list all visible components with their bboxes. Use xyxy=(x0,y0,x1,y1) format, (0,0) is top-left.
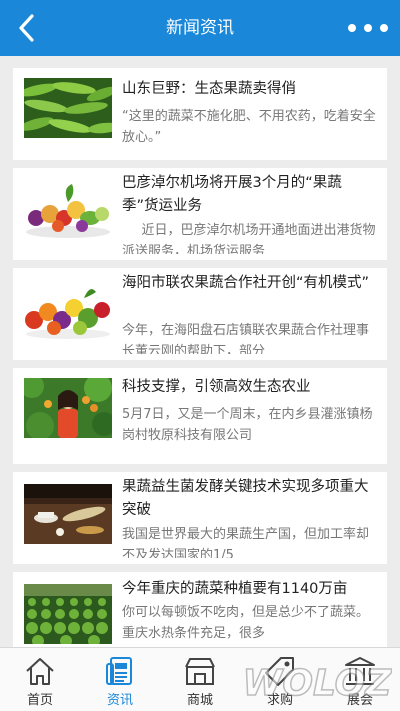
news-summary: 我国是世界最大的果蔬生产国，但加工率却不及发达国家的1/5 xyxy=(122,527,370,558)
tab-label: 首页 xyxy=(26,693,53,708)
news-summary: 今年，在海阳盘石店镇联农果蔬合作社理事长董云刚的帮助下，部分 xyxy=(122,323,370,354)
news-title: 山东巨野：生态果蔬卖得俏 xyxy=(122,81,296,97)
news-thumbnail xyxy=(24,78,112,138)
news-summary: “这里的蔬菜不施化肥、不用农药，吃着安全放心。” xyxy=(122,109,376,145)
news-thumbnail xyxy=(24,484,112,544)
news-item[interactable]: 海阳市联农果蔬合作社开创“有机模式” 今年，在海阳盘石店镇联农果蔬合作社理事长董… xyxy=(13,268,387,360)
tab-label: 资讯 xyxy=(106,693,133,708)
news-title: 科技支撑，引领高效生态农业 xyxy=(122,379,311,395)
news-summary: 你可以每顿饭不吃肉，但是总少不了蔬菜。重庆水热条件充足，很多 xyxy=(122,605,370,641)
top-bar: 新闻资讯 xyxy=(0,0,400,56)
news-title: 果蔬益生菌发酵关键技术实现多项重大突破 xyxy=(122,479,369,518)
shop-icon xyxy=(185,658,215,685)
tab-home[interactable]: 首页 xyxy=(0,648,80,711)
news-title: 巴彦淖尔机场将开展3个月的“果蔬季”货运业务 xyxy=(122,175,342,214)
tab-shop[interactable]: 商城 xyxy=(160,648,240,711)
news-title: 今年重庆的蔬菜种植要有1140万亩 xyxy=(122,581,348,597)
news-summary: 5月7日，又是一个周末，在内乡县灌涨镇杨岗村牧原科技有限公司 xyxy=(122,407,373,443)
svg-text:WOLOZ: WOLOZ xyxy=(243,663,392,704)
news-summary: 近日，巴彦淖尔机场开通地面进出港货物派送服务，机场货运服务 xyxy=(122,223,376,254)
tab-label: 商城 xyxy=(186,693,213,708)
news-item[interactable]: 科技支撑，引领高效生态农业 5月7日，又是一个周末，在内乡县灌涨镇杨岗村牧原科技… xyxy=(13,368,387,464)
news-item[interactable]: 山东巨野：生态果蔬卖得俏 “这里的蔬菜不施化肥、不用农药，吃着安全放心。” xyxy=(13,68,387,160)
news-icon xyxy=(106,657,132,685)
news-item[interactable]: 今年重庆的蔬菜种植要有1140万亩 你可以每顿饭不吃肉，但是总少不了蔬菜。重庆水… xyxy=(13,572,387,647)
news-list: 山东巨野：生态果蔬卖得俏 “这里的蔬菜不施化肥、不用农药，吃着安全放心。” 巴彦… xyxy=(0,56,400,647)
home-icon xyxy=(26,658,54,685)
news-thumbnail xyxy=(24,378,112,438)
page-title: 新闻资讯 xyxy=(166,18,234,38)
watermark-logo: WOLOZ xyxy=(242,662,392,705)
news-thumbnail xyxy=(24,584,112,644)
news-item[interactable]: 巴彦淖尔机场将开展3个月的“果蔬季”货运业务 近日，巴彦淖尔机场开通地面进出港货… xyxy=(13,168,387,260)
news-item[interactable]: 果蔬益生菌发酵关键技术实现多项重大突破 我国是世界最大的果蔬生产国，但加工率却不… xyxy=(13,472,387,564)
tab-news[interactable]: 资讯 xyxy=(80,648,160,711)
news-title: 海阳市联农果蔬合作社开创“有机模式” xyxy=(122,275,370,291)
news-thumbnail xyxy=(24,180,112,240)
news-thumbnail xyxy=(24,280,112,340)
more-icon[interactable] xyxy=(348,16,388,40)
